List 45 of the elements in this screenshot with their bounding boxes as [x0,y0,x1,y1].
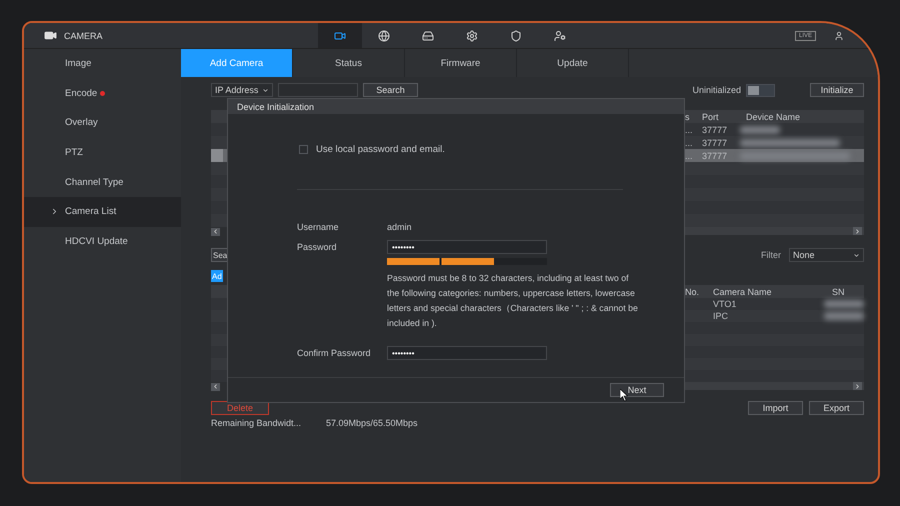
password-field[interactable]: •••••••• [387,240,547,254]
bandwidth-label: Remaining Bandwidt... [211,418,302,428]
field-label: Username [297,222,340,232]
search-button[interactable]: Search [363,83,418,97]
dialog-title: Device Initialization [237,102,314,112]
search-type-dropdown[interactable]: IP Address [211,83,273,97]
field-label: Confirm Password [297,348,372,358]
import-button[interactable]: Import [748,401,803,415]
table-cell-text: IPC [713,311,730,321]
column-header: Camera Name [713,286,773,296]
column-header: Device Name [746,112,802,122]
column-header: Port [702,112,720,122]
app-title: CAMERA [64,30,103,40]
column-header: SN [832,286,846,296]
password-hint: Password must be 8 to 32 characters, including at least two of the following categories: numbers, uppercase letters, lowercase letters and special characters（Characters like ' " ; : & cannot be included in ). [387,272,639,330]
sidebar-item[interactable]: Camera List [24,196,181,227]
checkbox-label: Use local password and email. [316,144,445,155]
sidebar-item[interactable]: Overlay [24,108,181,138]
sidebar-item[interactable]: Image [24,49,181,79]
confirm-password-field[interactable]: •••••••• [387,346,547,360]
export-button[interactable]: Export [809,401,864,415]
table-cell-text: ... [685,138,694,148]
tab[interactable]: Firmware [405,49,517,77]
column-header: No. [685,286,700,296]
initialize-button[interactable]: Initialize [810,83,864,97]
filter-label: Filter [761,250,781,260]
tab[interactable]: Update [517,49,629,77]
column-header: s [685,112,690,122]
table-cell-text: ... [685,150,694,160]
username-value: admin [387,222,413,232]
next-button[interactable]: Next [610,383,664,397]
filter-dropdown[interactable]: None [789,248,864,262]
sidebar-item[interactable]: Channel Type [24,167,181,197]
table-cell-text: 37777 [702,150,728,160]
tab[interactable]: Status [293,49,405,77]
bandwidth-value: 57.09Mbps/65.50Mbps [326,418,418,428]
sidebar-item[interactable]: Encode [24,78,181,108]
table-cell-text: 37777 [702,138,728,148]
table-cell-text: ... [685,124,694,134]
table-cell-text: 37777 [702,124,728,134]
field-label: Password [297,242,338,252]
uninitialized-label: Uninitialized [692,85,741,95]
sidebar-item[interactable]: PTZ [24,138,181,168]
table-cell-text: VTO1 [713,299,738,309]
sidebar-item[interactable]: HDCVI Update [24,226,181,256]
